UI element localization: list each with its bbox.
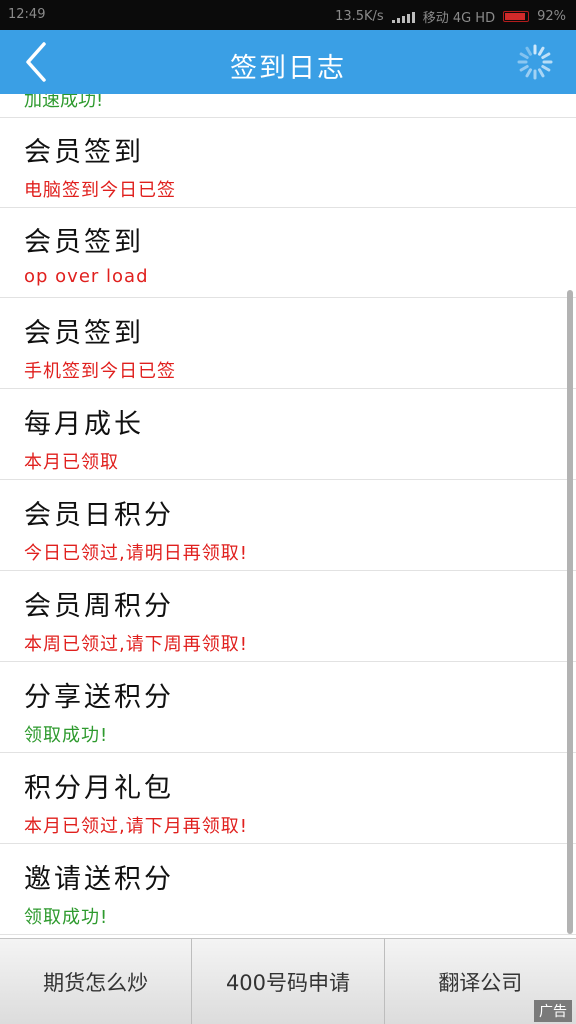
item-status: 电脑签到今日已签	[24, 180, 176, 201]
status-time: 12:49	[8, 7, 46, 22]
battery-icon	[503, 11, 530, 22]
item-status: 本周已领过,请下周再领取!	[24, 634, 248, 655]
item-status: 加速成功!	[24, 94, 104, 111]
status-right-group: 13.5K/s 移动 4G HD 92%	[335, 7, 566, 26]
app-screen: 12:49 13.5K/s 移动 4G HD 92% 签到日志 加速成功! 会员…	[0, 0, 576, 1024]
network-speed: 13.5K/s	[335, 9, 384, 24]
item-status: 本月已领过,请下月再领取!	[24, 816, 248, 837]
page-title: 签到日志	[230, 53, 346, 84]
item-title: 会员签到	[24, 318, 144, 349]
item-status: 领取成功!	[24, 725, 109, 746]
battery-fill	[505, 13, 526, 20]
list-item[interactable]: 邀请送积分 领取成功!	[0, 845, 576, 935]
item-title: 邀请送积分	[24, 864, 174, 895]
signal-bars-icon	[391, 11, 415, 23]
title-bar: 签到日志	[0, 30, 576, 94]
carrier-label: 移动 4G HD	[422, 11, 496, 26]
item-title: 每月成长	[24, 409, 144, 440]
battery-percent: 92%	[537, 9, 566, 24]
item-status: 本月已领取	[24, 452, 119, 473]
item-title: 会员签到	[24, 137, 144, 168]
item-status: 手机签到今日已签	[24, 361, 176, 382]
item-title: 会员周积分	[24, 591, 174, 622]
item-status: 今日已领过,请明日再领取!	[24, 543, 248, 564]
list-item[interactable]: 积分月礼包 本月已领过,请下月再领取!	[0, 754, 576, 844]
loading-spinner-icon	[517, 44, 553, 80]
list-item[interactable]: 会员签到 op over load	[0, 208, 576, 298]
list-item[interactable]: 会员日积分 今日已领过,请明日再领取!	[0, 481, 576, 571]
item-title: 分享送积分	[24, 682, 174, 713]
ad-badge: 广告	[534, 1000, 572, 1022]
item-title: 会员日积分	[24, 500, 174, 531]
list-item[interactable]: 每月成长 本月已领取	[0, 390, 576, 480]
list-scrollbar[interactable]	[567, 290, 573, 934]
list-item[interactable]: 会员周积分 本周已领过,请下周再领取!	[0, 572, 576, 662]
ad-link-400-number[interactable]: 400号码申请	[191, 938, 384, 1024]
list-item[interactable]: 会员签到 电脑签到今日已签	[0, 118, 576, 208]
item-title: 会员签到	[24, 227, 144, 258]
item-title: 积分月礼包	[24, 773, 174, 804]
list-item[interactable]: 分享送积分 领取成功!	[0, 663, 576, 753]
status-bar: 12:49 13.5K/s 移动 4G HD 92%	[0, 0, 576, 30]
item-status: op over load	[24, 266, 149, 287]
item-status: 领取成功!	[24, 907, 109, 928]
ad-link-futures[interactable]: 期货怎么炒	[0, 938, 192, 1024]
list-item[interactable]: 会员签到 手机签到今日已签	[0, 299, 576, 389]
ad-bar: 期货怎么炒 400号码申请 翻译公司 广告	[0, 938, 576, 1024]
checkin-log-list[interactable]: 加速成功! 会员签到 电脑签到今日已签 会员签到 op over load 会员…	[0, 94, 576, 938]
list-item-partial: 加速成功!	[0, 94, 576, 118]
